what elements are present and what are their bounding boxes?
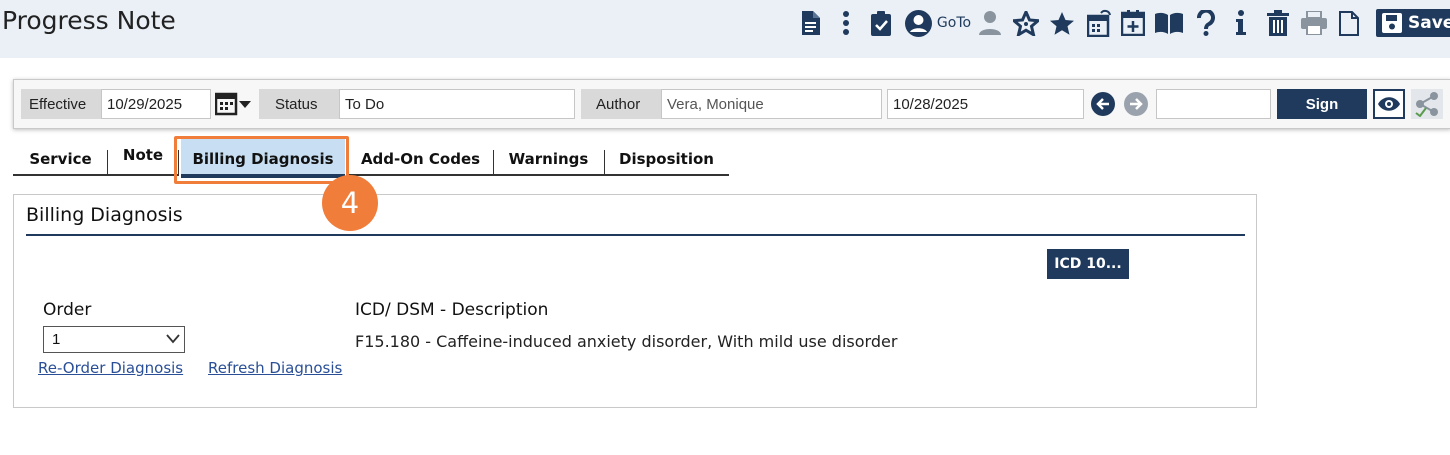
document-icon[interactable] — [800, 8, 822, 38]
panel-divider — [26, 234, 1245, 236]
status-label: Status — [259, 89, 339, 119]
save-label: Save — [1408, 13, 1450, 33]
billing-diagnosis-panel: Billing Diagnosis ICD 10... Order ICD/ D… — [13, 194, 1257, 408]
star-outline-icon[interactable] — [1012, 8, 1040, 38]
calendar-plus-icon[interactable] — [1120, 8, 1146, 38]
person-icon[interactable] — [978, 8, 1002, 38]
chevron-down-icon — [166, 334, 180, 344]
tab-note[interactable]: Note — [108, 138, 178, 176]
arrow-left-icon[interactable] — [1091, 92, 1115, 116]
calendar-dropdown-icon[interactable] — [214, 92, 253, 116]
more-vertical-icon[interactable] — [838, 8, 854, 38]
goto-label[interactable]: GoTo — [936, 8, 972, 38]
arrow-right-icon[interactable] — [1124, 92, 1148, 116]
tab-add-on-codes[interactable]: Add-On Codes — [348, 138, 493, 176]
author-field[interactable]: Vera, Monique — [661, 89, 882, 119]
effective-label: Effective — [21, 89, 101, 119]
page-title: Progress Note — [2, 6, 176, 35]
info-icon[interactable] — [1230, 8, 1252, 38]
calendar-refresh-icon[interactable] — [1086, 8, 1112, 38]
status-field[interactable]: To Do — [339, 89, 575, 119]
clipboard-check-icon[interactable] — [870, 8, 892, 38]
order-value: 1 — [52, 331, 61, 348]
tab-warnings[interactable]: Warnings — [493, 138, 604, 176]
author-label: Author — [581, 89, 661, 119]
star-icon[interactable] — [1048, 8, 1076, 38]
help-icon[interactable] — [1194, 8, 1218, 38]
new-file-icon[interactable] — [1338, 8, 1360, 38]
top-toolbar: Progress Note GoTo Save — [0, 0, 1450, 58]
user-circle-icon[interactable] — [904, 8, 932, 38]
highlight-box — [174, 136, 349, 184]
save-icon — [1382, 13, 1402, 33]
tab-disposition[interactable]: Disposition — [604, 138, 729, 176]
share-icon[interactable] — [1411, 89, 1443, 119]
description-header: ICD/ DSM - Description — [355, 300, 549, 320]
trash-icon[interactable] — [1266, 8, 1290, 38]
effective-date-field[interactable]: 10/29/2025 — [101, 89, 211, 119]
note-header-bar: Effective 10/29/2025 Status To Do Author… — [13, 79, 1450, 129]
eye-icon[interactable] — [1373, 89, 1405, 119]
refresh-diagnosis-link[interactable]: Refresh Diagnosis — [208, 359, 342, 377]
save-button[interactable]: Save — [1376, 9, 1450, 37]
icd10-button[interactable]: ICD 10... — [1047, 249, 1129, 279]
panel-title: Billing Diagnosis — [26, 204, 183, 226]
book-icon[interactable] — [1154, 8, 1184, 38]
sign-button[interactable]: Sign — [1277, 89, 1367, 119]
extra-input[interactable] — [1156, 89, 1271, 119]
print-icon[interactable] — [1300, 8, 1328, 38]
order-select[interactable]: 1 — [43, 326, 185, 353]
reorder-diagnosis-link[interactable]: Re-Order Diagnosis — [38, 359, 183, 377]
tab-strip: Service Note Billing Diagnosis Add-On Co… — [13, 138, 729, 178]
diagnosis-description: F15.180 - Caffeine-induced anxiety disor… — [355, 332, 898, 351]
step-badge: 4 — [322, 175, 378, 231]
date-field[interactable]: 10/28/2025 — [887, 89, 1084, 119]
order-header: Order — [43, 300, 92, 320]
tab-service[interactable]: Service — [13, 138, 108, 176]
